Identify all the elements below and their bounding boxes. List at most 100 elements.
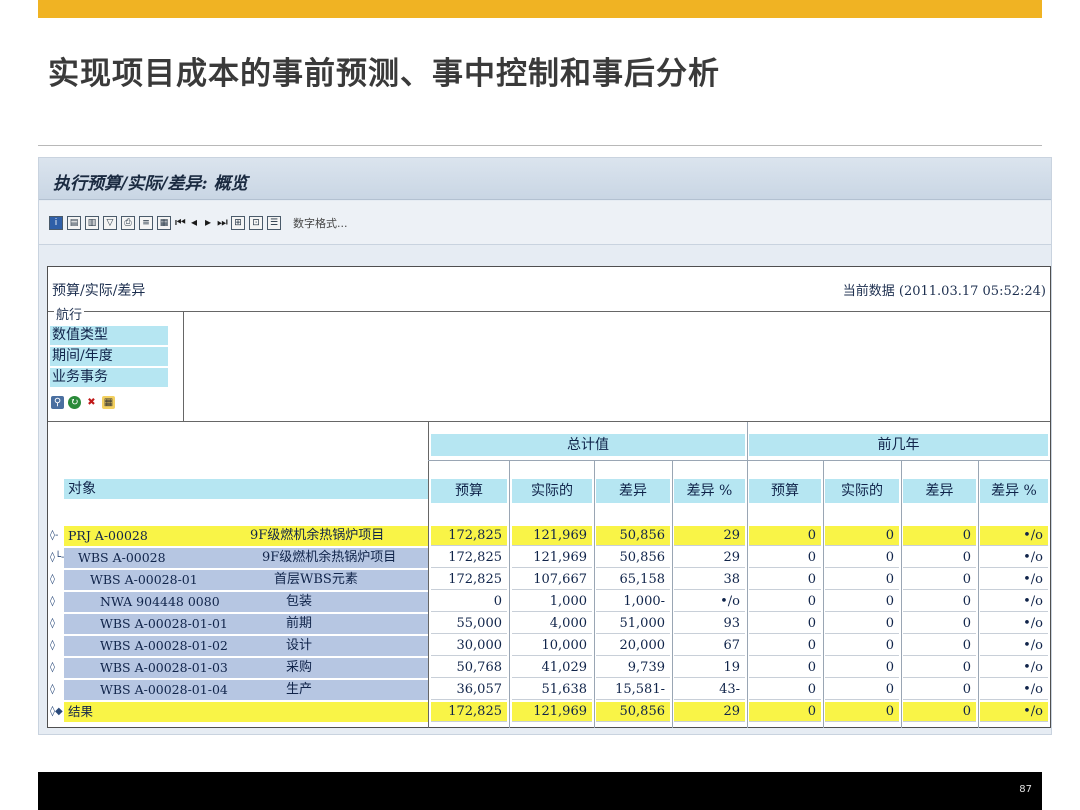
- refresh-icon[interactable]: ↻: [68, 396, 81, 409]
- layout-icon[interactable]: ▦: [157, 216, 171, 230]
- row-value-cell: •/o: [980, 658, 1048, 678]
- row-value-cell: 55,000: [431, 614, 507, 634]
- row-value-cell: 0: [749, 636, 821, 656]
- current-data-timestamp: 当前数据 (2011.03.17 05:52:24): [842, 284, 1046, 299]
- row-object-code: WBS A-00028-01: [90, 572, 198, 587]
- row-value-cell: 51,638: [512, 680, 592, 700]
- column-header-variance-pct[interactable]: 差异 %: [674, 479, 745, 503]
- row-object-cell[interactable]: [64, 702, 428, 722]
- row-expand-marker[interactable]: ◊: [50, 658, 55, 678]
- row-value-cell: 0: [903, 592, 976, 612]
- row-value-cell: 1,000: [512, 592, 592, 612]
- table-row[interactable]: ◊ WBS A-00028-01-03 采购 50,768 41,029 9,739 19 0…: [48, 658, 1050, 678]
- row-value-cell: 172,825: [431, 526, 507, 546]
- document-icon[interactable]: ▤: [67, 216, 81, 230]
- next-page-icon[interactable]: ▸: [203, 216, 213, 230]
- info-icon[interactable]: i: [49, 216, 63, 230]
- hierarchy-icon[interactable]: ⊞: [231, 216, 245, 230]
- nav-item-period-year[interactable]: 期间/年度: [50, 347, 168, 366]
- row-expand-marker[interactable]: ◊: [50, 570, 55, 590]
- table-row[interactable]: ◊ WBS A-00028-01-02 设计 30,000 10,000 20,000 67…: [48, 636, 1050, 656]
- row-expand-marker[interactable]: ◊: [50, 680, 55, 700]
- row-object-description: 9F级燃机余热锅炉项目: [250, 528, 385, 543]
- table-row[interactable]: ◊ WBS A-00028-01-04 生产 36,057 51,638 15,581- 4…: [48, 680, 1050, 700]
- grid-icon[interactable]: ▦: [102, 396, 115, 409]
- row-value-cell: 0: [903, 636, 976, 656]
- row-object-description: 前期: [286, 616, 313, 631]
- sap-window: 执行预算/实际/差异: 概览 i ▤ ▥ ▽ ⎙ ≡ ▦ ⏮ ◂ ▸ ⏭ ⊞ ⊡…: [38, 157, 1052, 735]
- table-row[interactable]: ◊ NWA 904448 0080 包装 0 1,000 1,000- •/o 0 0 0 •/o: [48, 592, 1050, 612]
- row-value-cell: 0: [825, 636, 899, 656]
- row-expand-marker[interactable]: ◊: [50, 592, 55, 612]
- row-object-description: 包装: [286, 594, 313, 609]
- row-value-cell: 0: [903, 570, 976, 590]
- table-row[interactable]: ◊ WBS A-00028-01 首层WBS元素 172,825 107,667 65,1…: [48, 570, 1050, 590]
- row-value-cell: 0: [749, 702, 821, 722]
- row-object-description: 首层WBS元素: [274, 572, 358, 587]
- column-header-budget[interactable]: 预算: [431, 479, 507, 503]
- row-value-cell: 10,000: [512, 636, 592, 656]
- column-header-actual[interactable]: 实际的: [512, 479, 592, 503]
- row-expand-marker[interactable]: ◊: [50, 636, 55, 656]
- column-header-variance-prev[interactable]: 差异: [903, 479, 976, 503]
- settings-icon[interactable]: ☰: [267, 216, 281, 230]
- footer-bar: 87: [38, 772, 1042, 810]
- column-header-budget-prev[interactable]: 预算: [749, 479, 821, 503]
- row-object-code: PRJ A-00028: [68, 528, 148, 543]
- row-value-cell: 0: [825, 526, 899, 546]
- table-row[interactable]: ◊ WBS A-00028-01-01 前期 55,000 4,000 51,000 93 0…: [48, 614, 1050, 634]
- row-value-cell: 0: [825, 570, 899, 590]
- row-value-cell: 0: [903, 614, 976, 634]
- row-expand-marker[interactable]: ◊◆: [50, 702, 63, 722]
- title-divider: [38, 145, 1042, 146]
- row-value-cell: •/o: [980, 548, 1048, 568]
- row-object-code: WBS A-00028: [78, 550, 166, 565]
- table-row[interactable]: ◊◆ 结果 172,825 121,969 50,856 29 0 0 0 •/o: [48, 702, 1050, 722]
- row-value-cell: •/o: [980, 570, 1048, 590]
- previous-page-icon[interactable]: ◂: [189, 216, 199, 230]
- first-page-icon[interactable]: ⏮: [175, 216, 186, 230]
- search-icon[interactable]: ⚲: [51, 396, 64, 409]
- row-value-cell: 121,969: [512, 702, 592, 722]
- row-value-cell: 0: [903, 658, 976, 678]
- object-column-header[interactable]: 对象: [64, 479, 428, 499]
- column-header-variance[interactable]: 差异: [596, 479, 670, 503]
- sap-window-title: 执行预算/实际/差异: 概览: [53, 174, 248, 194]
- row-value-cell: 0: [825, 658, 899, 678]
- table-row[interactable]: ◊└- WBS A-00028 9F级燃机余热锅炉项目 172,825 121,969 5…: [48, 548, 1050, 568]
- row-expand-marker[interactable]: ◊: [50, 614, 55, 634]
- row-object-description: 生产: [286, 682, 313, 697]
- print-icon[interactable]: ⎙: [121, 216, 135, 230]
- row-object-code: WBS A-00028-01-04: [100, 682, 228, 697]
- row-object-code: 结果: [68, 704, 94, 719]
- filter-icon[interactable]: ▽: [103, 216, 117, 230]
- column-header-variance-pct-prev[interactable]: 差异 %: [980, 479, 1048, 503]
- row-value-cell: •/o: [980, 614, 1048, 634]
- table-row[interactable]: ◊- PRJ A-00028 9F级燃机余热锅炉项目 172,825 121,969 50…: [48, 526, 1050, 546]
- row-expand-marker[interactable]: ◊-: [50, 526, 58, 546]
- last-page-icon[interactable]: ⏭: [217, 216, 228, 230]
- nav-item-business-transaction[interactable]: 业务事务: [50, 368, 168, 387]
- group-header-total: 总计值: [431, 434, 745, 456]
- row-value-cell: 67: [674, 636, 745, 656]
- row-value-cell: 41,029: [512, 658, 592, 678]
- nav-item-value-type[interactable]: 数值类型: [50, 326, 168, 345]
- sort-icon[interactable]: ≡: [139, 216, 153, 230]
- row-value-cell: 121,969: [512, 548, 592, 568]
- row-object-code: WBS A-00028-01-01: [100, 616, 228, 631]
- delete-icon[interactable]: ✖: [85, 396, 98, 409]
- row-value-cell: •/o: [980, 702, 1048, 722]
- row-value-cell: 1,000-: [596, 592, 670, 612]
- number-format-button[interactable]: 数字格式...: [293, 215, 348, 231]
- row-value-cell: 29: [674, 548, 745, 568]
- row-object-description: 9F级燃机余热锅炉项目: [262, 550, 397, 565]
- column-header-actual-prev[interactable]: 实际的: [825, 479, 899, 503]
- chart-icon[interactable]: ▥: [85, 216, 99, 230]
- row-value-cell: 38: [674, 570, 745, 590]
- row-value-cell: 0: [749, 680, 821, 700]
- row-value-cell: 0: [431, 592, 507, 612]
- export-icon[interactable]: ⊡: [249, 216, 263, 230]
- row-value-cell: 93: [674, 614, 745, 634]
- row-object-code: WBS A-00028-01-02: [100, 638, 228, 653]
- row-expand-marker[interactable]: ◊└-: [50, 548, 64, 568]
